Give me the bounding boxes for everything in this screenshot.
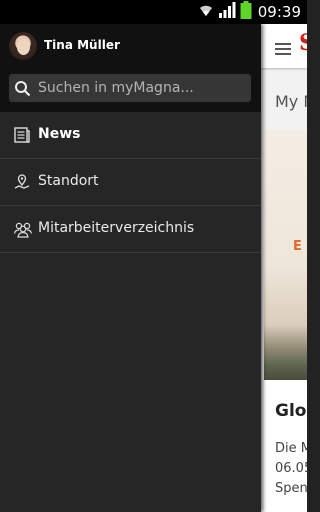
employee-directory-icon [13, 220, 33, 238]
avatar-face [17, 39, 30, 55]
wifi-icon [198, 2, 214, 22]
news-card-line: Die M [275, 441, 307, 456]
signal-icon [218, 2, 236, 22]
search-input[interactable] [38, 74, 246, 102]
news-card-line: Spen [275, 481, 307, 496]
navigation-drawer: Tina Müller Suchen in myMagna... News St… [0, 24, 261, 512]
app-toolbar: S [261, 24, 307, 68]
status-bar: 09:39 [0, 0, 307, 24]
news-image[interactable] [264, 130, 307, 380]
search-icon [14, 80, 31, 101]
status-time: 09:39 [257, 3, 301, 21]
menu-item-label: News [38, 126, 81, 142]
menu-item-mitarbeiterverzeichnis[interactable]: Mitarbeiterverzeichnis [0, 206, 261, 253]
menu-item-label: Standort [38, 173, 99, 189]
news-icon [13, 126, 31, 144]
drawer-header[interactable]: Tina Müller [0, 24, 261, 68]
news-card-line: 06.05 [275, 461, 307, 476]
app-logo: S [299, 30, 307, 56]
location-icon [13, 173, 31, 191]
menu-item-standort[interactable]: Standort [0, 159, 261, 206]
user-name: Tina Müller [44, 38, 120, 52]
background-app: S My M E Glo Die M 06.05 Spen [261, 24, 307, 512]
search-bar [0, 68, 261, 112]
news-image-caption: E [293, 239, 302, 254]
status-icons: 09:39 [198, 1, 301, 23]
section-title: My M [275, 92, 307, 111]
menu-item-news[interactable]: News [0, 112, 261, 159]
hamburger-menu-icon[interactable] [275, 40, 291, 59]
news-card-text: Die M 06.05 Spen [275, 439, 307, 499]
search-box[interactable] [9, 74, 251, 102]
news-card-title: Glo [275, 401, 307, 421]
battery-icon [240, 1, 252, 23]
screen: 09:39 S My M E Glo Die M 06.05 Spen [0, 0, 307, 512]
avatar[interactable] [9, 32, 37, 60]
menu-item-label: Mitarbeiterverzeichnis [38, 220, 195, 236]
